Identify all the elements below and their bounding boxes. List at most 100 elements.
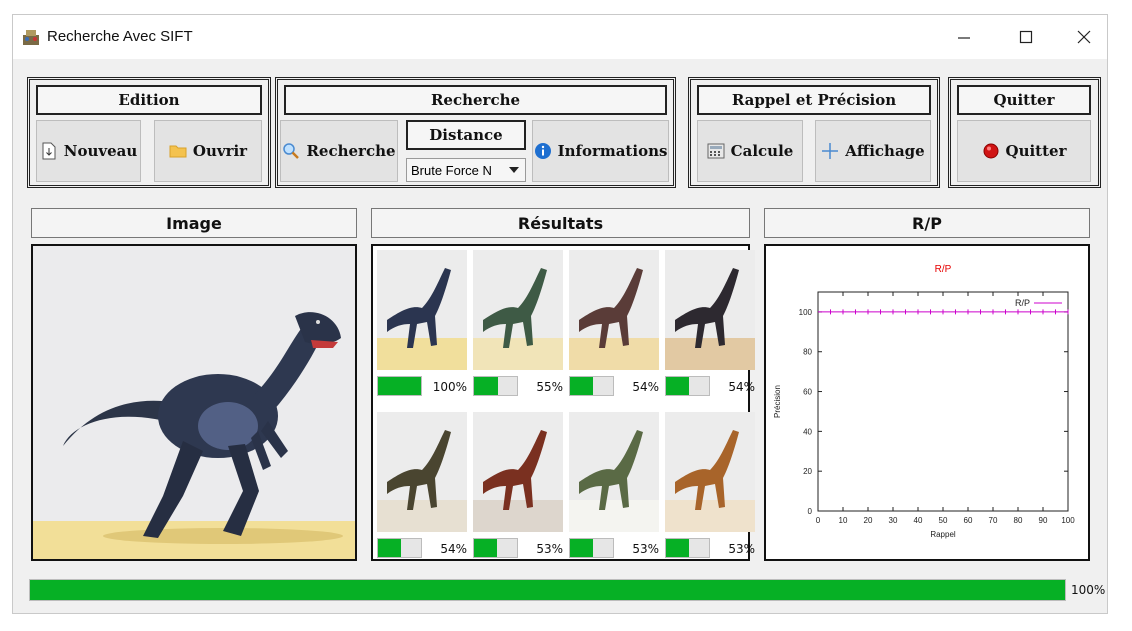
maximize-button[interactable] <box>1003 15 1049 59</box>
rp-chart-panel: R/P 0 10 20 30 40 50 60 70 80 90 100 0 20 40 60 80 100 Rap… <box>764 244 1090 561</box>
distance-select[interactable]: Brute Force N <box>406 158 526 182</box>
maximize-icon <box>1019 30 1033 44</box>
similarity-label: 54% <box>440 542 467 556</box>
affichage-label: Affichage <box>845 142 925 160</box>
similarity-bar-fill <box>570 539 593 557</box>
result-thumbnail[interactable] <box>377 412 467 532</box>
x-tick-label: 70 <box>989 516 998 525</box>
plot-frame <box>817 291 1069 512</box>
similarity-bar-fill <box>666 377 690 395</box>
similarity-bar-fill <box>666 539 689 557</box>
similarity-label: 55% <box>536 380 563 394</box>
x-tick-label: 20 <box>864 516 873 525</box>
calcule-label: Calcule <box>730 142 794 160</box>
query-image <box>31 244 357 561</box>
similarity-bar <box>665 376 710 396</box>
window-title: Recherche Avec SIFT <box>47 28 193 45</box>
distance-label: Distance <box>406 120 526 150</box>
x-tick-label: 0 <box>816 516 821 525</box>
nouveau-label: Nouveau <box>63 142 138 160</box>
similarity-bar-fill <box>474 539 497 557</box>
affichage-button[interactable]: Affichage <box>815 120 931 182</box>
similarity-bar <box>473 538 518 558</box>
result-thumbnail[interactable] <box>377 250 467 370</box>
app-icon <box>23 30 39 45</box>
y-tick-label: 40 <box>803 427 812 436</box>
x-tick-label: 80 <box>1014 516 1023 525</box>
similarity-label: 100% <box>432 380 467 394</box>
folder-icon <box>169 145 187 158</box>
close-icon <box>1077 30 1091 44</box>
result-thumbnail[interactable] <box>473 250 563 370</box>
dinosaur-image <box>33 246 355 559</box>
minimize-icon <box>958 37 970 39</box>
quitter-label: Quitter <box>1005 142 1067 160</box>
x-tick-label: 10 <box>839 516 848 525</box>
app-window: Recherche Avec SIFT Edition Nouveau Ouvr… <box>12 14 1108 614</box>
info-icon <box>534 143 551 159</box>
y-tick-label: 60 <box>803 388 812 397</box>
similarity-bar <box>569 376 614 396</box>
informations-button[interactable]: Informations <box>532 120 669 182</box>
y-axis-label: Précision <box>773 385 782 418</box>
y-tick-label: 0 <box>808 507 813 516</box>
ouvrir-label: Ouvrir <box>192 142 248 160</box>
similarity-label: 54% <box>728 380 755 394</box>
similarity-bar-fill <box>570 377 594 395</box>
result-thumbnail[interactable] <box>665 412 755 532</box>
x-tick-label: 90 <box>1039 516 1048 525</box>
minimize-button[interactable] <box>941 15 987 59</box>
nouveau-button[interactable]: Nouveau <box>36 120 141 182</box>
global-progress-bar <box>29 579 1066 601</box>
legend-label: R/P <box>1015 298 1030 308</box>
image-panel-header: Image <box>31 208 357 238</box>
similarity-bar <box>473 376 518 396</box>
similarity-label: 53% <box>536 542 563 556</box>
similarity-bar <box>569 538 614 558</box>
calcule-button[interactable]: Calcule <box>697 120 803 182</box>
chevron-down-icon <box>509 167 519 173</box>
similarity-bar-fill <box>474 377 498 395</box>
global-progress-label: 100% <box>1071 583 1106 597</box>
quitter-group: Quitter Quitter <box>948 77 1101 188</box>
similarity-bar <box>377 538 422 558</box>
ouvrir-button[interactable]: Ouvrir <box>154 120 262 182</box>
x-tick-label: 60 <box>964 516 973 525</box>
edition-group: Edition Nouveau Ouvrir <box>27 77 271 188</box>
recherche-button[interactable]: Recherche <box>280 120 398 182</box>
rappel-header: Rappel et Précision <box>697 85 931 115</box>
x-axis-label: Rappel <box>930 530 956 539</box>
new-file-icon <box>42 142 56 160</box>
distance-select-value: Brute Force N <box>411 162 492 178</box>
result-thumbnail[interactable] <box>569 412 659 532</box>
y-tick-label: 80 <box>803 348 812 357</box>
results-panel: 100% 55% 54% 54% 54% 53% 53% 53% <box>371 244 755 561</box>
x-tick-label: 40 <box>914 516 923 525</box>
calculator-icon <box>707 143 725 159</box>
similarity-label: 53% <box>728 542 755 556</box>
x-tick-label: 30 <box>889 516 898 525</box>
rp-panel-header: R/P <box>764 208 1090 238</box>
rappel-group: Rappel et Précision Calcule Affichage <box>688 77 940 188</box>
similarity-bar-fill <box>378 377 421 395</box>
rp-chart: R/P 0 10 20 30 40 50 60 70 80 90 100 0 20 40 60 80 100 Rap… <box>773 264 1075 539</box>
similarity-bar <box>377 376 422 396</box>
search-icon <box>283 143 300 159</box>
edition-header: Edition <box>36 85 262 115</box>
result-thumbnail[interactable] <box>569 250 659 370</box>
y-tick-label: 100 <box>799 308 813 317</box>
close-button[interactable] <box>1061 15 1107 59</box>
similarity-bar-fill <box>378 539 402 557</box>
similarity-bar <box>665 538 710 558</box>
x-tick-label: 50 <box>939 516 948 525</box>
record-stop-icon <box>983 143 998 159</box>
informations-label: Informations <box>557 142 668 160</box>
similarity-label: 53% <box>632 542 659 556</box>
quitter-header: Quitter <box>957 85 1091 115</box>
results-panel-header: Résultats <box>371 208 750 238</box>
x-tick-label: 100 <box>1061 516 1075 525</box>
result-thumbnail[interactable] <box>473 412 563 532</box>
recherche-group: Recherche Recherche Distance Brute Force… <box>275 77 676 188</box>
result-thumbnail[interactable] <box>665 250 755 370</box>
quitter-button[interactable]: Quitter <box>957 120 1091 182</box>
